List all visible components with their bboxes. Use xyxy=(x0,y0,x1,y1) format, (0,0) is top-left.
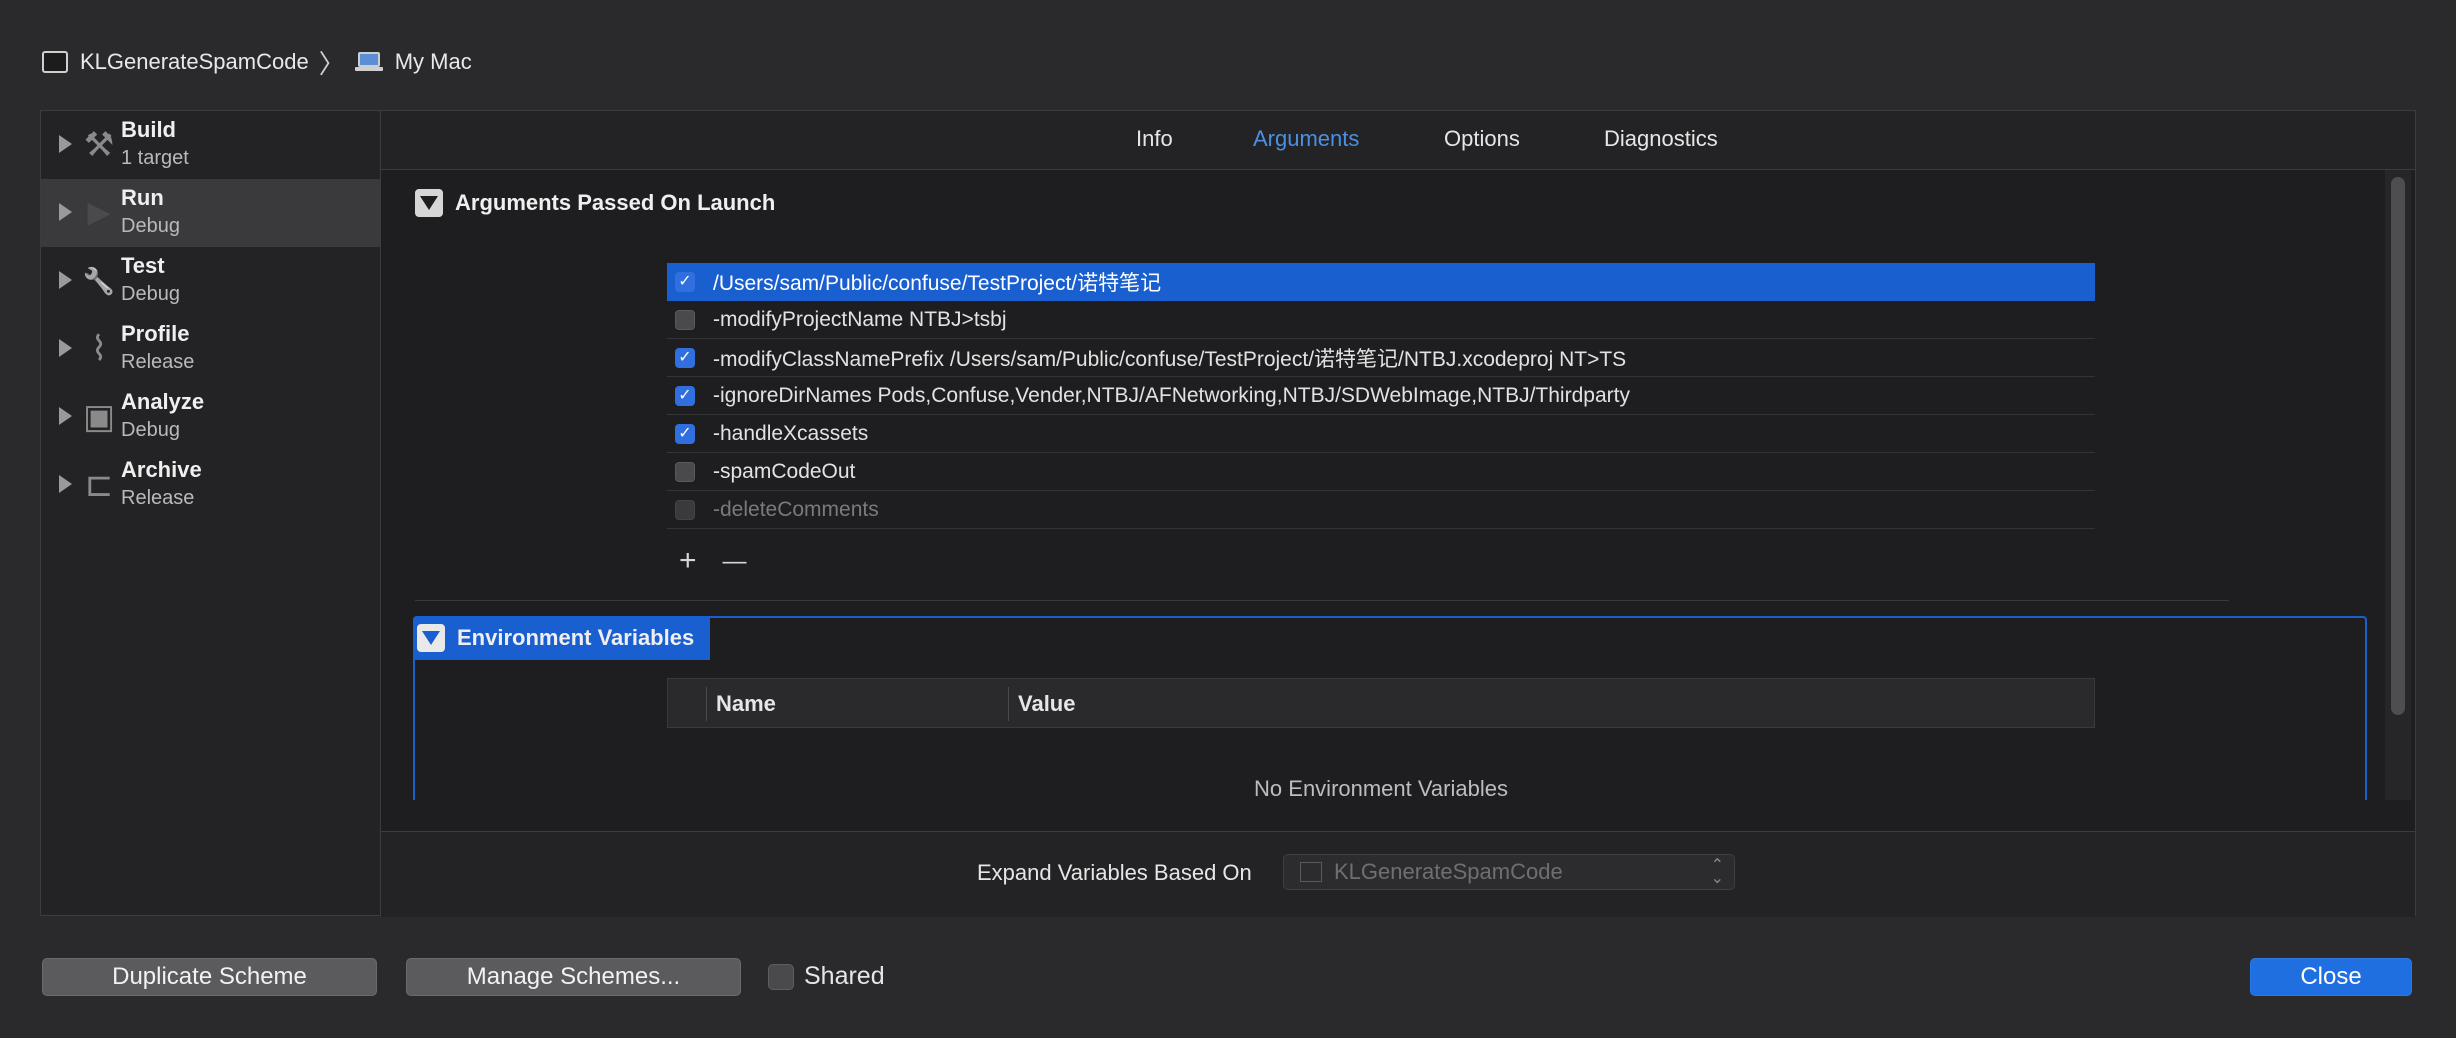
scheme-detail-content: Info Arguments Options Diagnostics Argum… xyxy=(381,111,2415,917)
column-name-header[interactable]: Name xyxy=(716,691,776,717)
tab-diagnostics[interactable]: Diagnostics xyxy=(1604,126,1718,152)
argument-text: -deleteComments xyxy=(713,497,879,521)
breadcrumb: KLGenerateSpamCode 〉 My Mac xyxy=(42,44,472,80)
disclosure-triangle-icon[interactable] xyxy=(59,203,72,221)
argument-row[interactable]: -spamCodeOut xyxy=(667,453,2095,491)
gauge-icon: ⌇ xyxy=(90,330,108,368)
sidebar-item-build[interactable]: ⚒ Build 1 target xyxy=(41,111,380,179)
argument-row[interactable]: ✓ -ignoreDirNames Pods,Confuse,Vender,NT… xyxy=(667,377,2095,415)
empty-environment-message: No Environment Variables xyxy=(1254,776,1508,800)
environment-table-header: Name Value xyxy=(667,678,2095,728)
environment-section-title: Environment Variables xyxy=(457,625,695,650)
sidebar-item-subtitle: Debug xyxy=(121,419,180,441)
add-argument-button[interactable]: + xyxy=(679,544,697,580)
sidebar-item-archive[interactable]: ⊏ Archive Release xyxy=(41,451,380,519)
play-icon: ▶ xyxy=(87,196,111,229)
argument-checkbox[interactable]: ✓ xyxy=(675,385,695,406)
sidebar-item-title: Profile xyxy=(121,321,190,346)
argument-text: -modifyProjectName NTBJ>tsbj xyxy=(713,307,1007,331)
expand-variables-value: KLGenerateSpamCode xyxy=(1334,859,1563,884)
argument-row[interactable]: ✓ -modifyClassNamePrefix /Users/sam/Publ… xyxy=(667,339,2095,377)
sidebar-item-title: Analyze xyxy=(121,389,205,414)
chevron-updown-icon: ⌃ ⌄ xyxy=(1710,857,1724,887)
sidebar-item-subtitle: Debug xyxy=(121,215,180,237)
expand-variables-bar: Expand Variables Based On KLGenerateSpam… xyxy=(381,831,2415,917)
disclosure-triangle-icon[interactable] xyxy=(59,271,72,289)
column-value-header[interactable]: Value xyxy=(1018,691,1075,717)
shared-toggle[interactable]: Shared xyxy=(768,962,885,991)
argument-row[interactable]: -modifyProjectName NTBJ>tsbj xyxy=(667,301,2095,339)
analyze-icon: ▣ xyxy=(82,398,116,436)
sidebar-item-profile[interactable]: ⌇ Profile Release xyxy=(41,315,380,383)
scrollbar-thumb[interactable] xyxy=(2391,177,2405,715)
argument-edit-controls: + — xyxy=(679,544,747,580)
arguments-scroll-area: Arguments Passed On Launch ✓ /Users/sam/… xyxy=(381,170,2387,800)
arguments-section-header[interactable]: Arguments Passed On Launch xyxy=(415,186,775,220)
argument-checkbox[interactable]: ✓ xyxy=(675,347,695,368)
scheme-actions-sidebar: ⚒ Build 1 target ▶ Run Debug 🔧 Test Debu… xyxy=(41,111,381,915)
tab-info[interactable]: Info xyxy=(1136,126,1173,152)
disclosure-triangle-icon[interactable] xyxy=(415,189,443,217)
terminal-app-icon xyxy=(1300,862,1322,882)
manage-schemes-button[interactable]: Manage Schemes... xyxy=(406,958,741,996)
argument-checkbox[interactable] xyxy=(675,461,695,482)
sidebar-item-analyze[interactable]: ▣ Analyze Debug xyxy=(41,383,380,451)
sidebar-item-title: Archive xyxy=(121,457,202,482)
column-divider[interactable] xyxy=(1008,687,1009,721)
disclosure-triangle-icon[interactable] xyxy=(59,475,72,493)
breadcrumb-destination[interactable]: My Mac xyxy=(395,49,472,75)
sidebar-item-subtitle: Release xyxy=(121,351,195,373)
archive-icon: ⊏ xyxy=(84,466,114,504)
argument-row[interactable]: ✓ /Users/sam/Public/confuse/TestProject/… xyxy=(667,263,2095,301)
argument-checkbox[interactable]: ✓ xyxy=(675,271,695,292)
sidebar-item-test[interactable]: 🔧 Test Debug xyxy=(41,247,380,315)
laptop-icon xyxy=(354,52,383,72)
disclosure-triangle-icon[interactable] xyxy=(59,339,72,357)
sidebar-item-subtitle: Debug xyxy=(121,283,180,305)
sidebar-item-title: Run xyxy=(121,185,164,210)
disclosure-triangle-icon[interactable] xyxy=(59,135,72,153)
duplicate-scheme-button[interactable]: Duplicate Scheme xyxy=(42,958,377,996)
wrench-icon: 🔧 xyxy=(82,266,116,296)
expand-variables-label: Expand Variables Based On xyxy=(977,860,1252,885)
argument-text: -handleXcassets xyxy=(713,421,869,445)
sidebar-item-subtitle: Release xyxy=(121,487,195,509)
tab-arguments[interactable]: Arguments xyxy=(1253,126,1359,152)
disclosure-triangle-icon[interactable] xyxy=(59,407,72,425)
scheme-editor-panel: ⚒ Build 1 target ▶ Run Debug 🔧 Test Debu… xyxy=(40,110,2416,917)
sidebar-item-title: Build xyxy=(121,117,176,142)
shared-label: Shared xyxy=(804,962,885,990)
tab-options[interactable]: Options xyxy=(1444,126,1520,152)
argument-text: -modifyClassNamePrefix /Users/sam/Public… xyxy=(713,347,1627,371)
arguments-list: ✓ /Users/sam/Public/confuse/TestProject/… xyxy=(667,263,2095,529)
sidebar-item-run[interactable]: ▶ Run Debug xyxy=(41,179,380,247)
breadcrumb-separator: 〉 xyxy=(318,48,345,79)
argument-checkbox[interactable]: ✓ xyxy=(675,423,695,444)
shared-checkbox[interactable] xyxy=(768,963,794,990)
argument-text: -spamCodeOut xyxy=(713,459,856,483)
argument-checkbox[interactable] xyxy=(675,309,695,330)
environment-section-header[interactable]: Environment Variables xyxy=(413,616,711,660)
argument-text: -ignoreDirNames Pods,Confuse,Vender,NTBJ… xyxy=(713,383,1630,407)
sidebar-item-title: Test xyxy=(121,253,165,278)
argument-row[interactable]: ✓ -handleXcassets xyxy=(667,415,2095,453)
breadcrumb-project[interactable]: KLGenerateSpamCode xyxy=(80,49,309,75)
hammer-icon: ⚒ xyxy=(83,126,115,164)
argument-text: /Users/sam/Public/confuse/TestProject/诺特… xyxy=(713,271,1162,295)
sidebar-item-subtitle: 1 target xyxy=(121,147,189,169)
section-divider xyxy=(415,600,2229,601)
expand-variables-popup[interactable]: KLGenerateSpamCode ⌃ ⌄ xyxy=(1283,854,1735,890)
tab-bar: Info Arguments Options Diagnostics xyxy=(381,111,2415,170)
column-divider xyxy=(706,687,707,721)
argument-checkbox[interactable] xyxy=(675,499,695,520)
close-button[interactable]: Close xyxy=(2250,958,2412,996)
terminal-app-icon xyxy=(42,51,68,73)
remove-argument-button[interactable]: — xyxy=(723,544,747,580)
argument-row[interactable]: -deleteComments xyxy=(667,491,2095,529)
disclosure-triangle-icon[interactable] xyxy=(417,624,445,652)
arguments-section-title: Arguments Passed On Launch xyxy=(455,190,776,215)
